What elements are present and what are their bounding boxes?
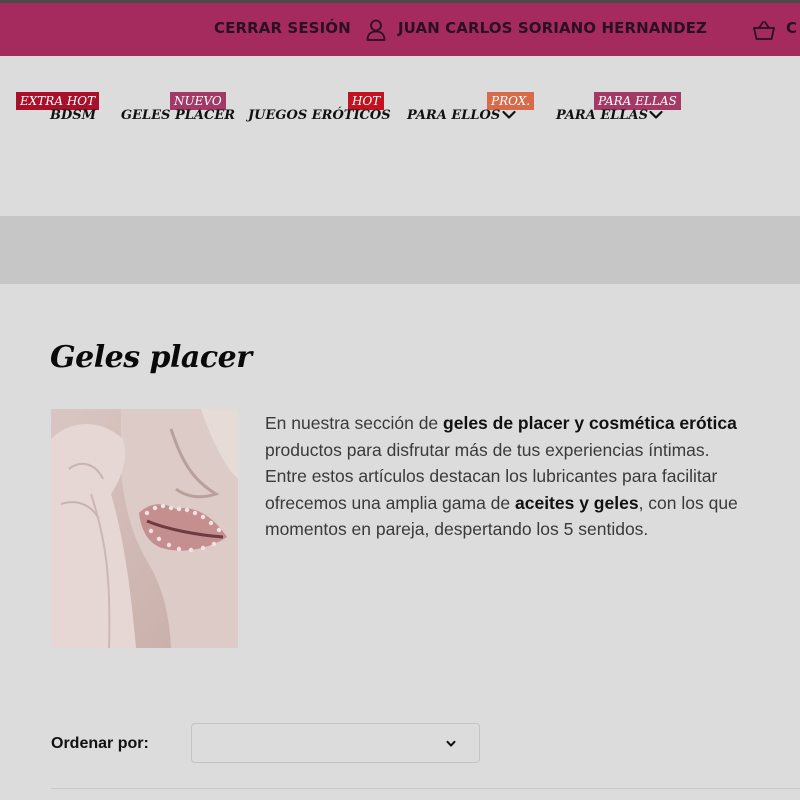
nav-label-geles-placer: GELES PLACER bbox=[121, 108, 236, 123]
description-line: En nuestra sección de geles de placer y … bbox=[265, 413, 737, 433]
description-line: productos para disfrutar más de tus expe… bbox=[265, 439, 710, 460]
nav-label-para-ellas: PARA ELLAS bbox=[556, 108, 648, 123]
sort-select[interactable] bbox=[191, 723, 480, 763]
nav-label-para-ellos: PARA ELLOS bbox=[407, 108, 501, 123]
description-bold: geles de placer y cosmética erótica bbox=[443, 413, 737, 433]
breadcrumb-band bbox=[0, 216, 800, 284]
logout-link[interactable]: CERRAR SESIÓN bbox=[214, 19, 351, 37]
description-line: Entre estos artículos destacan los lubri… bbox=[265, 466, 718, 486]
nav-label-juegos-eroticos: JUEGOS ERÓTICOS bbox=[248, 108, 391, 123]
basket-icon[interactable] bbox=[752, 19, 776, 43]
nav-label-bdsm: BDSM bbox=[50, 108, 97, 123]
page-title: Geles placer bbox=[50, 340, 252, 375]
chevron-down-icon[interactable] bbox=[649, 110, 663, 120]
user-icon[interactable] bbox=[366, 19, 386, 41]
chevron-down-icon bbox=[446, 740, 456, 747]
description-bold: aceites y geles bbox=[515, 492, 639, 513]
description-line: momentos en pareja, despertando los 5 se… bbox=[265, 519, 649, 539]
user-name-link[interactable]: JUAN CARLOS SORIANO HERNANDEZ bbox=[398, 19, 707, 37]
sort-label: Ordenar por: bbox=[51, 735, 149, 752]
divider bbox=[51, 788, 800, 789]
chevron-down-icon[interactable] bbox=[502, 110, 516, 120]
top-bar: CERRAR SESIÓN JUAN CARLOS SORIANO HERNAN… bbox=[0, 0, 800, 56]
cart-link[interactable]: C bbox=[786, 19, 797, 37]
description-line: ofrecemos una amplia gama de aceites y g… bbox=[265, 492, 738, 513]
lips-with-rhinestones-photo bbox=[51, 409, 238, 648]
category-image bbox=[51, 409, 238, 648]
category-description: En nuestra sección de geles de placer y … bbox=[265, 410, 800, 543]
